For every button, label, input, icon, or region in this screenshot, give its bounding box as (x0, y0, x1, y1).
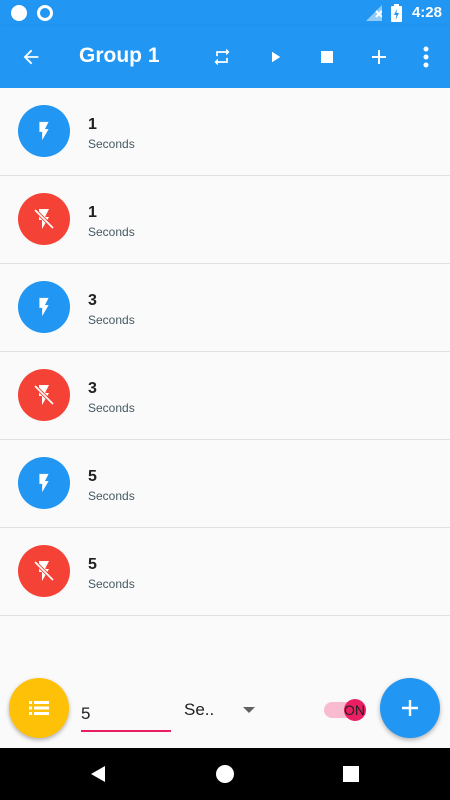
system-nav-bar (0, 748, 450, 800)
repeat-button[interactable] (208, 43, 236, 71)
list-icon (29, 701, 49, 715)
circle-outline-icon (37, 5, 53, 21)
item-value: 3 (88, 292, 97, 309)
bottom-input-bar: Se.. ON (0, 670, 450, 748)
unit-dropdown[interactable]: Se.. (184, 699, 264, 723)
stop-icon (321, 51, 333, 63)
play-button[interactable] (261, 43, 289, 71)
item-unit: Seconds (88, 137, 135, 151)
back-button[interactable] (17, 43, 45, 71)
dropdown-arrow-icon (243, 707, 255, 713)
triangle-back-icon (91, 766, 105, 782)
plus-icon (372, 50, 386, 64)
circle-home-icon (216, 765, 234, 783)
status-time: 4:28 (411, 4, 442, 21)
item-unit: Seconds (88, 489, 135, 503)
flash-on-icon (18, 281, 70, 333)
item-value: 1 (88, 116, 97, 133)
list-item[interactable]: 1 Seconds (0, 88, 450, 176)
step-list: 1 Seconds 1 Seconds 3 Seconds 3 Seconds … (0, 88, 450, 616)
list-item[interactable]: 3 Seconds (0, 264, 450, 352)
add-step-button[interactable] (380, 678, 440, 738)
page-title: Group 1 (79, 44, 160, 67)
toggle-label: ON (344, 702, 365, 718)
plus-icon (402, 700, 418, 716)
nav-back-button[interactable] (86, 762, 110, 786)
stop-button[interactable] (313, 43, 341, 71)
unit-dropdown-value: Se.. (184, 700, 215, 719)
battery-charging-icon (391, 4, 402, 22)
play-icon (272, 51, 281, 63)
item-value: 5 (88, 556, 97, 573)
duration-input[interactable] (81, 698, 171, 732)
list-item[interactable]: 1 Seconds (0, 176, 450, 264)
status-bar: 4:28 (0, 0, 450, 26)
flash-off-icon (18, 545, 70, 597)
item-unit: Seconds (88, 401, 135, 415)
item-value: 1 (88, 204, 97, 221)
item-value: 5 (88, 468, 97, 485)
flash-off-icon (18, 369, 70, 421)
more-options-button[interactable] (412, 43, 440, 71)
on-off-toggle[interactable]: ON (322, 698, 368, 722)
add-action-button[interactable] (365, 43, 393, 71)
list-button[interactable] (9, 678, 69, 738)
more-vert-icon (423, 46, 429, 68)
item-unit: Seconds (88, 225, 135, 239)
app-bar: Group 1 (0, 26, 450, 88)
nav-recents-button[interactable] (339, 762, 363, 786)
item-unit: Seconds (88, 313, 135, 327)
flash-on-icon (18, 457, 70, 509)
flash-on-icon (18, 105, 70, 157)
back-arrow-icon (23, 49, 39, 65)
nav-home-button[interactable] (213, 762, 237, 786)
circle-icon (11, 5, 27, 21)
item-value: 3 (88, 380, 97, 397)
square-recents-icon (343, 766, 359, 782)
list-item[interactable]: 5 Seconds (0, 440, 450, 528)
list-item[interactable]: 3 Seconds (0, 352, 450, 440)
repeat-icon (214, 48, 230, 66)
list-item[interactable]: 5 Seconds (0, 528, 450, 616)
item-unit: Seconds (88, 577, 135, 591)
flash-off-icon (18, 193, 70, 245)
signal-icon (366, 5, 382, 21)
